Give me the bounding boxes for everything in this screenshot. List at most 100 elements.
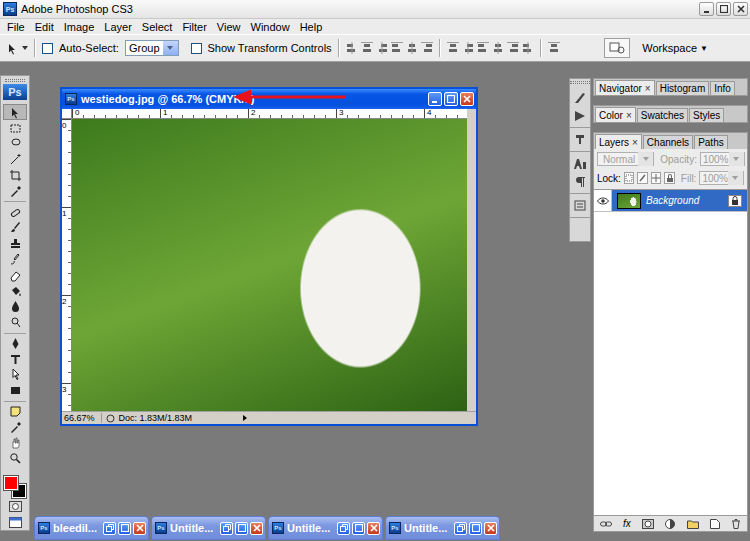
close-button[interactable] <box>250 522 263 535</box>
tool-button[interactable] <box>3 236 27 252</box>
toolbox-grip[interactable] <box>5 79 25 82</box>
palette-well[interactable] <box>604 38 630 58</box>
menu-item[interactable]: Image <box>59 21 100 33</box>
align-icon[interactable] <box>507 42 519 54</box>
menu-item[interactable]: File <box>2 21 30 33</box>
link-icon[interactable] <box>600 519 612 529</box>
minimized-window[interactable]: PsUntitle... <box>385 516 500 540</box>
layer-mask-icon[interactable] <box>642 519 654 529</box>
align-icon[interactable] <box>346 42 358 54</box>
strip-grip[interactable] <box>570 81 590 84</box>
folder-icon[interactable] <box>687 519 699 529</box>
minimized-window[interactable]: PsUntitle... <box>268 516 383 540</box>
panel-tab[interactable]: Channels <box>643 135 693 149</box>
tool-button[interactable] <box>3 267 27 283</box>
align-icon[interactable] <box>376 42 388 54</box>
menu-item[interactable]: Window <box>246 21 295 33</box>
menu-item[interactable]: Help <box>295 21 328 33</box>
maximize-button[interactable] <box>716 2 731 16</box>
tool-button[interactable] <box>3 168 27 184</box>
tool-button[interactable] <box>3 435 27 451</box>
fill-field[interactable]: 100% <box>699 171 744 185</box>
adjustment-layer-icon[interactable] <box>665 519 675 529</box>
maximize-button[interactable] <box>235 522 248 535</box>
panel-tab[interactable]: Paths <box>694 135 728 149</box>
restore-button[interactable] <box>337 522 350 535</box>
lock-option[interactable] <box>664 172 674 184</box>
brushes-icon[interactable] <box>573 91 587 104</box>
tool-button[interactable] <box>3 183 27 199</box>
restore-button[interactable] <box>220 522 233 535</box>
character-icon[interactable] <box>573 157 587 170</box>
maximize-button[interactable] <box>469 522 482 535</box>
status-menu-arrow-icon[interactable] <box>243 415 247 421</box>
align-icon[interactable] <box>421 42 433 54</box>
close-button[interactable] <box>460 92 474 106</box>
menu-item[interactable]: View <box>212 21 246 33</box>
transform-controls-checkbox[interactable] <box>191 43 202 54</box>
auto-select-checkbox[interactable] <box>42 43 53 54</box>
layer-comps-icon[interactable] <box>573 199 587 212</box>
screen-mode-button[interactable] <box>3 514 27 530</box>
align-icon[interactable] <box>391 42 403 54</box>
tool-button[interactable] <box>3 152 27 168</box>
tab-close[interactable]: × <box>645 83 651 94</box>
trash-icon[interactable] <box>731 519 741 529</box>
maximize-button[interactable] <box>352 522 365 535</box>
panel-tab[interactable]: Color× <box>595 107 636 122</box>
tool-button[interactable] <box>3 299 27 315</box>
panel-tab[interactable]: Info <box>710 81 735 95</box>
tool-button[interactable] <box>3 252 27 268</box>
tool-preset-arrow-icon[interactable] <box>22 45 28 51</box>
tool-button[interactable] <box>3 315 27 331</box>
document-window[interactable]: Pswestiedog.jpg @ 66.7% (CMYK/8)01234012… <box>60 87 478 426</box>
opacity-field[interactable]: 100% <box>700 152 745 166</box>
layer-name[interactable]: Background <box>646 195 728 206</box>
tool-button[interactable] <box>3 419 27 435</box>
tab-close[interactable]: × <box>632 137 638 148</box>
maximize-button[interactable] <box>118 522 131 535</box>
close-button[interactable] <box>133 522 146 535</box>
tool-button[interactable] <box>3 283 27 299</box>
new-layer-icon[interactable] <box>710 519 720 529</box>
panel-tab[interactable]: Navigator× <box>595 80 655 95</box>
tool-button[interactable] <box>3 367 27 383</box>
tool-button[interactable] <box>3 335 27 351</box>
align-icon[interactable] <box>361 42 373 54</box>
lock-option[interactable] <box>637 172 647 184</box>
paragraph-icon[interactable] <box>573 175 587 188</box>
panel-tab[interactable]: Swatches <box>637 108 688 122</box>
lock-option[interactable] <box>624 172 634 184</box>
align-icon[interactable] <box>447 42 459 54</box>
close-button[interactable] <box>367 522 380 535</box>
panel-tab[interactable]: Histogram <box>656 81 710 95</box>
photo-image[interactable] <box>72 119 467 411</box>
tool-button[interactable] <box>3 204 27 220</box>
restore-button[interactable] <box>103 522 116 535</box>
align-icon[interactable] <box>462 42 474 54</box>
close-button[interactable] <box>484 522 497 535</box>
foreground-color-swatch[interactable] <box>4 476 18 490</box>
tab-close[interactable]: × <box>626 110 632 121</box>
quick-mask-button[interactable] <box>3 499 27 515</box>
tool-presets-icon[interactable] <box>573 109 587 122</box>
minimize-button[interactable] <box>428 92 442 106</box>
layer-row[interactable]: Background <box>594 190 747 212</box>
visibility-toggle[interactable] <box>594 190 612 211</box>
zoom-level[interactable]: 66.67% <box>64 413 102 423</box>
tool-button[interactable] <box>3 383 27 399</box>
blend-mode-dropdown[interactable]: Normal <box>597 152 654 166</box>
clone-source-icon[interactable] <box>573 133 587 146</box>
layer-style-button[interactable]: fx <box>623 518 631 529</box>
auto-select-dropdown[interactable]: Group <box>125 40 179 56</box>
align-icon[interactable] <box>477 42 489 54</box>
menu-item[interactable]: Select <box>137 21 178 33</box>
tool-button[interactable] <box>3 404 27 420</box>
maximize-button[interactable] <box>444 92 458 106</box>
minimize-button[interactable] <box>699 2 714 16</box>
panel-tab[interactable]: Styles <box>689 108 724 122</box>
toolbox-logo[interactable]: Ps <box>3 84 27 101</box>
minimized-window[interactable]: Psbleedil... <box>34 516 149 540</box>
close-button[interactable] <box>733 2 748 16</box>
restore-button[interactable] <box>454 522 467 535</box>
